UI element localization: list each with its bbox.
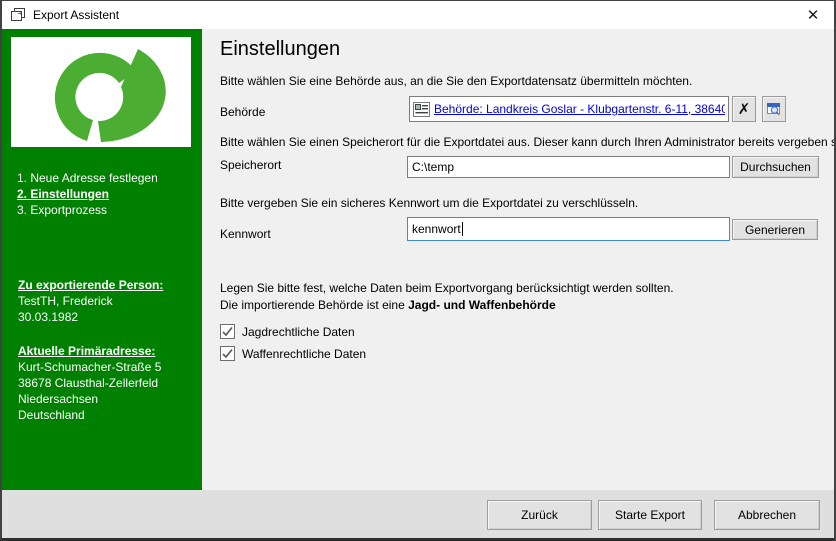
text-caret: [461, 222, 463, 236]
kennwort-label: Kennwort: [220, 227, 271, 241]
behoerde-field[interactable]: Behörde: Landkreis Goslar - Klubgartenst…: [409, 96, 729, 122]
person-name: TestTH, Frederick: [18, 294, 113, 308]
address-state: Niedersachsen: [18, 392, 99, 406]
authority-type: Jagd- und Waffenbehörde: [408, 298, 556, 312]
behoerde-record-link[interactable]: Behörde: Landkreis Goslar - Klubgartenst…: [434, 102, 725, 116]
kennwort-value: kennwort: [412, 222, 461, 236]
behoerde-instruction: Bitte wählen Sie eine Behörde aus, an di…: [220, 74, 693, 88]
speicherort-instruction: Bitte wählen Sie einen Speicherort für d…: [220, 135, 836, 149]
settings-panel: Einstellungen Bitte wählen Sie eine Behö…: [202, 29, 834, 490]
speicherort-label: Speicherort: [220, 158, 282, 172]
abbrechen-button[interactable]: Abbrechen: [714, 500, 820, 530]
window-title: Export Assistent: [33, 8, 120, 22]
jagdrechtliche-label: Jagdrechtliche Daten: [242, 324, 355, 339]
title-bar: Export Assistent ✕: [2, 1, 834, 29]
export-person-block: Zu exportierende Person: TestTH, Frederi…: [18, 277, 163, 325]
waffenrechtliche-checkbox[interactable]: [220, 346, 235, 361]
authority-line-prefix: Die importierende Behörde ist eine: [220, 298, 409, 312]
person-birthdate: 30.03.1982: [18, 310, 79, 324]
address-city: 38678 Clausthal-Zellerfeld: [18, 376, 159, 390]
address-heading: Aktuelle Primäradresse:: [18, 344, 156, 358]
behoerde-label: Behörde: [220, 105, 266, 119]
kennwort-field[interactable]: kennwort: [407, 217, 730, 241]
checkmark-icon: [222, 348, 233, 359]
kennwort-instruction: Bitte vergeben Sie ein sicheres Kennwort…: [220, 196, 639, 210]
step-neue-adresse[interactable]: 1. Neue Adresse festlegen: [17, 170, 158, 186]
clear-x-icon: ✗: [737, 101, 751, 118]
wizard-sidebar: 1. Neue Adresse festlegen 2. Einstellung…: [2, 29, 202, 490]
jagdrechtliche-daten-row[interactable]: Jagdrechtliche Daten: [220, 324, 355, 339]
speicherort-input[interactable]: [412, 160, 725, 174]
primary-address-block: Aktuelle Primäradresse: Kurt-Schumacher-…: [18, 343, 161, 423]
person-heading: Zu exportierende Person:: [18, 278, 164, 292]
export-assistent-window: Export Assistent ✕ 1. Neue Adresse festl…: [0, 0, 836, 541]
speicherort-field[interactable]: [407, 156, 730, 178]
durchsuchen-button[interactable]: Durchsuchen: [732, 156, 819, 178]
data-selection-instruction: Legen Sie bitte fest, welche Daten beim …: [220, 281, 674, 295]
waffenrechtliche-daten-row[interactable]: Waffenrechtliche Daten: [220, 346, 366, 361]
jagdrechtliche-checkbox[interactable]: [220, 324, 235, 339]
window-magnifier-icon: [767, 103, 781, 116]
waffenrechtliche-label: Waffenrechtliche Daten: [242, 346, 367, 361]
page-title: Einstellungen: [220, 38, 341, 60]
step-exportprozess[interactable]: 3. Exportprozess: [17, 202, 158, 218]
close-button[interactable]: ✕: [800, 3, 826, 27]
export-form-icon: [11, 8, 25, 21]
wizard-steps: 1. Neue Adresse festlegen 2. Einstellung…: [17, 170, 158, 218]
zurueck-button[interactable]: Zurück: [487, 500, 592, 530]
starte-export-button[interactable]: Starte Export: [598, 500, 702, 530]
record-card-icon: [413, 101, 430, 117]
checkmark-icon: [222, 326, 233, 337]
logo-ring-icon: [54, 49, 166, 142]
preview-behoerde-button[interactable]: [762, 96, 786, 122]
address-country: Deutschland: [18, 408, 85, 422]
app-logo: [11, 37, 191, 147]
address-street: Kurt-Schumacher-Straße 5: [18, 360, 162, 374]
generieren-button[interactable]: Generieren: [732, 219, 818, 240]
clear-behoerde-button[interactable]: ✗: [732, 96, 756, 122]
importing-authority-line: Die importierende Behörde ist eine Jagd-…: [220, 298, 556, 312]
step-einstellungen[interactable]: 2. Einstellungen: [17, 186, 158, 202]
footer-bar: Zurück Starte Export Abbrechen: [2, 490, 834, 538]
